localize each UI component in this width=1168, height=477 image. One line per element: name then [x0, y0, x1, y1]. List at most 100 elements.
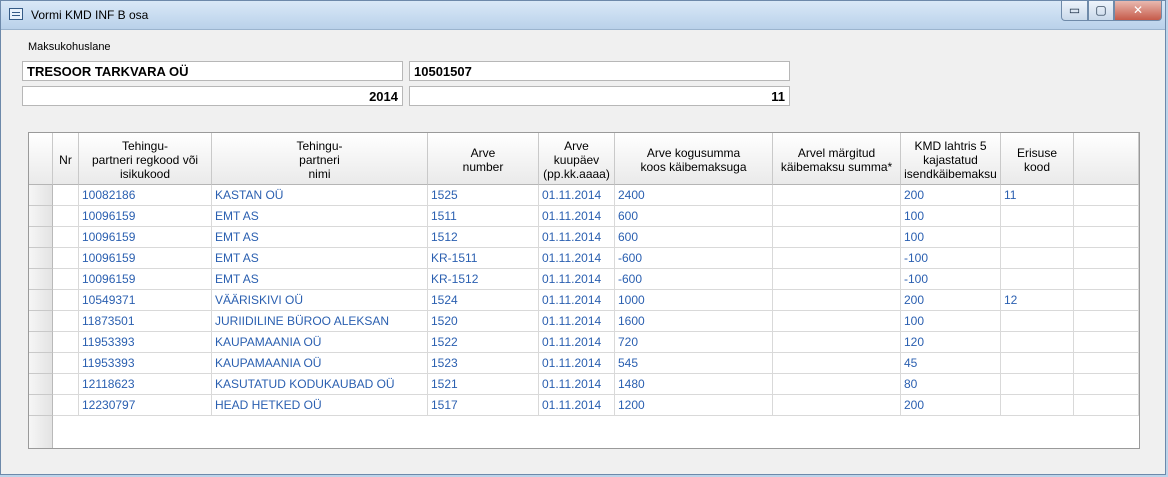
title-bar[interactable]: Vormi KMD INF B osa ▭ ▢ ✕	[1, 1, 1165, 30]
cell-regkood[interactable]: 10096159	[79, 227, 212, 248]
cell-kmd_lahter5[interactable]: 200	[901, 395, 1001, 416]
cell-kogusumma[interactable]: 600	[615, 206, 773, 227]
cell-km_summa[interactable]	[773, 290, 901, 311]
table-row[interactable]: 10082186 KASTAN OÜ 1525 01.11.2014 2400 200 11	[29, 185, 1139, 206]
cell-nimi[interactable]: KAUPAMAANIA OÜ	[212, 353, 428, 374]
cell-kogusumma[interactable]: 720	[615, 332, 773, 353]
cell-nr[interactable]	[53, 290, 79, 311]
cell-nimi[interactable]: KASUTATUD KODUKAUBAD OÜ	[212, 374, 428, 395]
cell-km_summa[interactable]	[773, 374, 901, 395]
row-selector[interactable]	[29, 374, 53, 395]
cell-nr[interactable]	[53, 353, 79, 374]
cell-regkood[interactable]: 11953393	[79, 332, 212, 353]
cell-erisus[interactable]	[1001, 227, 1074, 248]
cell-kmd_lahter5[interactable]: -100	[901, 269, 1001, 290]
cell-regkood[interactable]: 10082186	[79, 185, 212, 206]
cell-kogusumma[interactable]: -600	[615, 248, 773, 269]
table-row[interactable]: 11953393 KAUPAMAANIA OÜ 1522 01.11.2014 720 1…	[29, 332, 1139, 353]
cell-km_summa[interactable]	[773, 311, 901, 332]
cell-regkood[interactable]: 12230797	[79, 395, 212, 416]
cell-nr[interactable]	[53, 206, 79, 227]
table-row[interactable]: 12230797 HEAD HETKED OÜ 1517 01.11.2014 1200…	[29, 395, 1139, 416]
cell-kmd_lahter5[interactable]: 120	[901, 332, 1001, 353]
cell-km_summa[interactable]	[773, 248, 901, 269]
cell-erisus[interactable]: 11	[1001, 185, 1074, 206]
cell-erisus[interactable]	[1001, 311, 1074, 332]
cell-kmd_lahter5[interactable]: 100	[901, 227, 1001, 248]
cell-kuupaev[interactable]: 01.11.2014	[539, 290, 615, 311]
table-row[interactable]: 10096159 EMT AS 1511 01.11.2014 600 100	[29, 206, 1139, 227]
cell-erisus[interactable]	[1001, 269, 1074, 290]
cell-erisus[interactable]	[1001, 374, 1074, 395]
cell-kogusumma[interactable]: 1480	[615, 374, 773, 395]
cell-nr[interactable]	[53, 185, 79, 206]
cell-arve_nr[interactable]: 1520	[428, 311, 539, 332]
cell-nr[interactable]	[53, 248, 79, 269]
column-header-arve_nr[interactable]: Arve number	[428, 133, 539, 185]
cell-regkood[interactable]: 11953393	[79, 353, 212, 374]
cell-kuupaev[interactable]: 01.11.2014	[539, 185, 615, 206]
cell-erisus[interactable]	[1001, 395, 1074, 416]
cell-arve_nr[interactable]: 1525	[428, 185, 539, 206]
cell-km_summa[interactable]	[773, 332, 901, 353]
cell-kogusumma[interactable]: 2400	[615, 185, 773, 206]
row-selector[interactable]	[29, 227, 53, 248]
cell-nimi[interactable]: JURIIDILINE BÜROO ALEKSAN	[212, 311, 428, 332]
month-field[interactable]: 11	[409, 86, 790, 106]
cell-kuupaev[interactable]: 01.11.2014	[539, 311, 615, 332]
row-selector[interactable]	[29, 311, 53, 332]
cell-km_summa[interactable]	[773, 269, 901, 290]
cell-regkood[interactable]: 11873501	[79, 311, 212, 332]
row-selector[interactable]	[29, 206, 53, 227]
table-row[interactable]: 10096159 EMT AS KR-1512 01.11.2014 -600 -100	[29, 269, 1139, 290]
cell-arve_nr[interactable]: 1517	[428, 395, 539, 416]
invoice-table[interactable]: Nr Tehingu- partneri regkood või isikukoo…	[28, 132, 1140, 449]
company-name-field[interactable]: TRESOOR TARKVARA OÜ	[22, 61, 403, 81]
cell-nimi[interactable]: EMT AS	[212, 269, 428, 290]
row-selector[interactable]	[29, 353, 53, 374]
column-header-nr[interactable]: Nr	[53, 133, 79, 185]
cell-nimi[interactable]: EMT AS	[212, 227, 428, 248]
cell-arve_nr[interactable]: 1522	[428, 332, 539, 353]
cell-kuupaev[interactable]: 01.11.2014	[539, 248, 615, 269]
row-selector[interactable]	[29, 416, 53, 448]
cell-arve_nr[interactable]: 1523	[428, 353, 539, 374]
row-selector[interactable]	[29, 332, 53, 353]
cell-erisus[interactable]	[1001, 353, 1074, 374]
table-row[interactable]: 10549371 VÄÄRISKIVI OÜ 1524 01.11.2014 1000 2…	[29, 290, 1139, 311]
cell-nr[interactable]	[53, 332, 79, 353]
cell-kmd_lahter5[interactable]: 100	[901, 206, 1001, 227]
cell-km_summa[interactable]	[773, 185, 901, 206]
cell-kmd_lahter5[interactable]: 100	[901, 311, 1001, 332]
cell-arve_nr[interactable]: KR-1511	[428, 248, 539, 269]
cell-kogusumma[interactable]: 1600	[615, 311, 773, 332]
cell-nr[interactable]	[53, 395, 79, 416]
column-header-kogusumma[interactable]: Arve kogusumma koos käibemaksuga	[615, 133, 773, 185]
cell-kogusumma[interactable]: -600	[615, 269, 773, 290]
cell-nr[interactable]	[53, 269, 79, 290]
cell-km_summa[interactable]	[773, 353, 901, 374]
table-row[interactable]: 12118623 KASUTATUD KODUKAUBAD OÜ 1521 01.11…	[29, 374, 1139, 395]
cell-nimi[interactable]: HEAD HETKED OÜ	[212, 395, 428, 416]
column-header-kuupaev[interactable]: Arve kuupäev (pp.kk.aaaa)	[539, 133, 615, 185]
cell-kuupaev[interactable]: 01.11.2014	[539, 332, 615, 353]
cell-regkood[interactable]: 10096159	[79, 248, 212, 269]
cell-kuupaev[interactable]: 01.11.2014	[539, 395, 615, 416]
cell-nimi[interactable]: KAUPAMAANIA OÜ	[212, 332, 428, 353]
cell-erisus[interactable]	[1001, 332, 1074, 353]
cell-arve_nr[interactable]: 1521	[428, 374, 539, 395]
cell-kmd_lahter5[interactable]: -100	[901, 248, 1001, 269]
cell-arve_nr[interactable]: KR-1512	[428, 269, 539, 290]
cell-kogusumma[interactable]: 600	[615, 227, 773, 248]
column-header-km_summa[interactable]: Arvel märgitud käibemaksu summa*	[773, 133, 901, 185]
cell-erisus[interactable]	[1001, 206, 1074, 227]
cell-kogusumma[interactable]: 545	[615, 353, 773, 374]
cell-km_summa[interactable]	[773, 227, 901, 248]
maximize-button[interactable]: ▢	[1088, 1, 1114, 21]
row-selector[interactable]	[29, 185, 53, 206]
cell-kuupaev[interactable]: 01.11.2014	[539, 374, 615, 395]
cell-kmd_lahter5[interactable]: 80	[901, 374, 1001, 395]
table-row[interactable]: 10096159 EMT AS KR-1511 01.11.2014 -600 -100	[29, 248, 1139, 269]
cell-erisus[interactable]	[1001, 248, 1074, 269]
cell-nr[interactable]	[53, 311, 79, 332]
